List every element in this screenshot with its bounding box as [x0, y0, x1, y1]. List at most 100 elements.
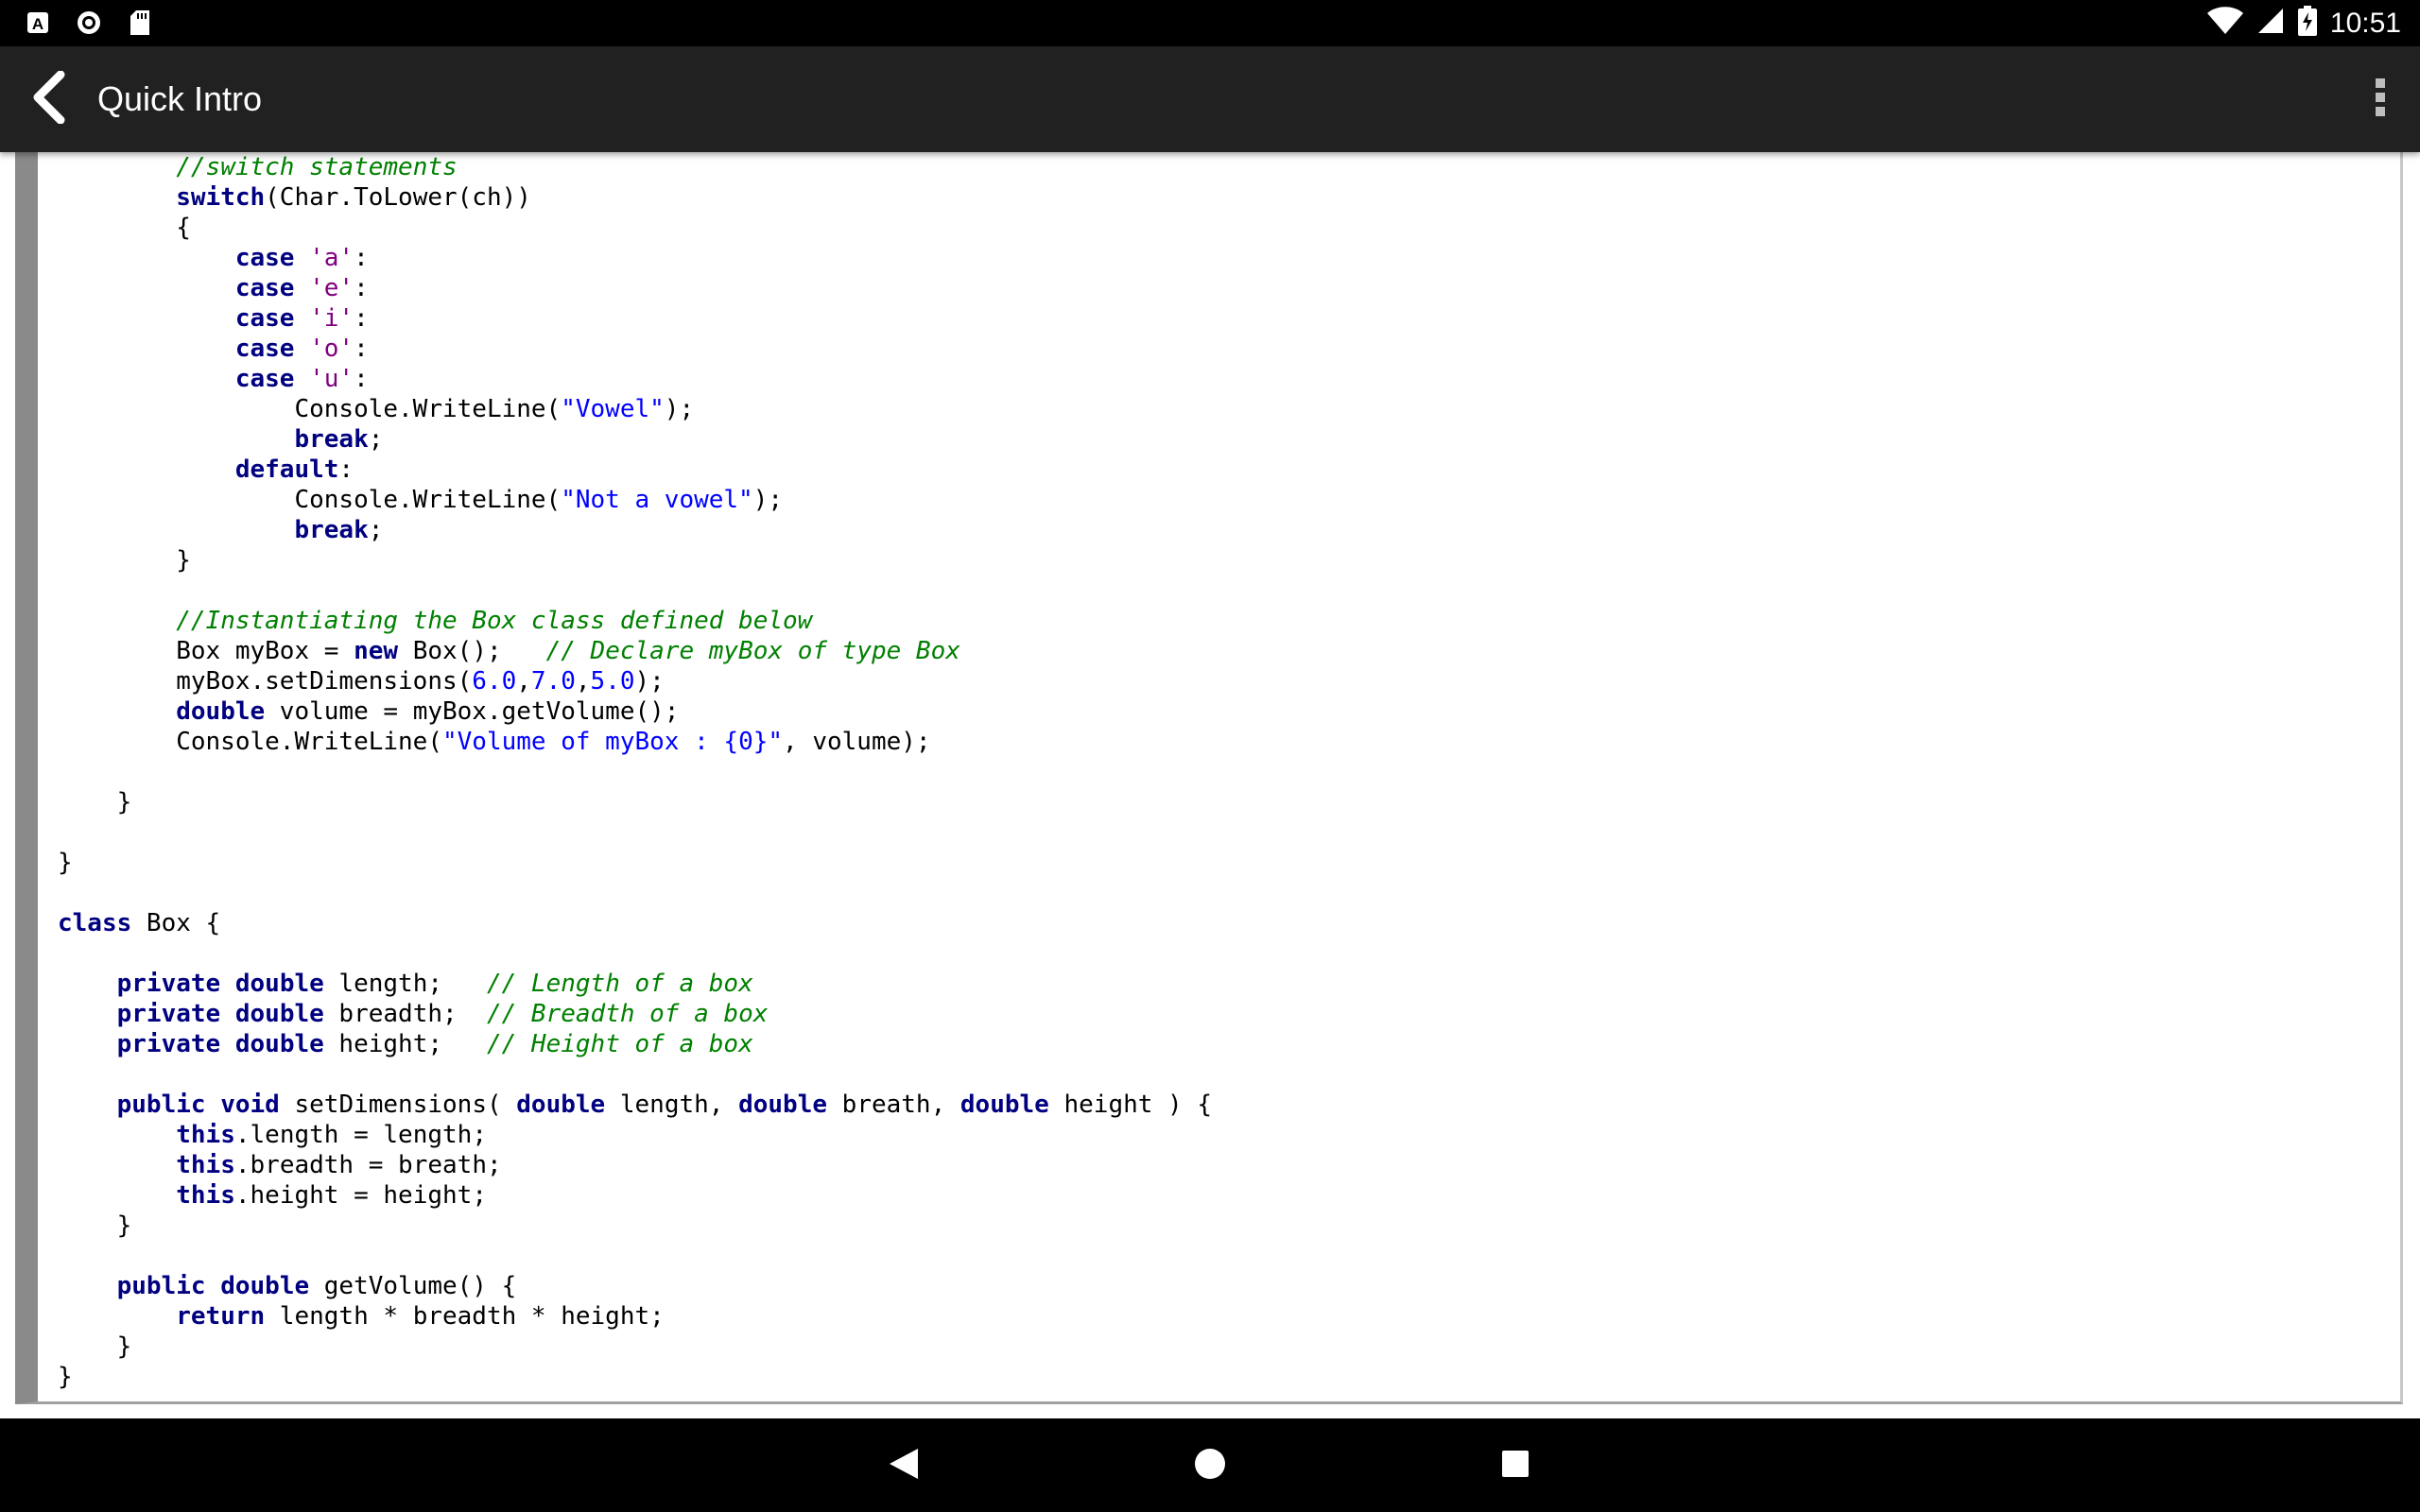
code-token-number: 6.0: [472, 667, 517, 696]
code-token-keyword: private: [116, 1030, 221, 1058]
code-token-string: "Volume of myBox : {0}": [442, 728, 784, 756]
code-token-keyword: case: [234, 365, 295, 393]
code-token-keyword: case: [234, 335, 295, 363]
code-line: this.height = height;: [58, 1180, 1212, 1211]
code-token-plain: ;: [368, 425, 384, 454]
code-token-comment: // Breadth of a box: [486, 1000, 769, 1028]
code-line: //switch statements: [58, 152, 1212, 182]
status-bar-system: 10:51: [2206, 0, 2401, 46]
nav-home-button[interactable]: [1184, 1439, 1236, 1492]
nav-home-icon: [1193, 1447, 1227, 1486]
svg-text:A: A: [32, 15, 43, 33]
battery-charging-icon: [2297, 6, 2317, 41]
wifi-icon: [2206, 7, 2243, 40]
code-frame[interactable]: //switch statements switch(Char.ToLower(…: [15, 152, 2403, 1404]
code-line: //Instantiating the Box class defined be…: [58, 606, 1212, 636]
content-area[interactable]: //switch statements switch(Char.ToLower(…: [0, 152, 2420, 1418]
code-line: this.breadth = breath;: [58, 1150, 1212, 1180]
code-token-keyword: double: [234, 970, 324, 998]
code-token-keyword: case: [234, 274, 295, 302]
code-token-plain: breadth;: [323, 1000, 487, 1028]
nav-back-icon: [888, 1447, 920, 1486]
sd-card-icon: [127, 9, 153, 36]
code-token-plain: myBox.setDimensions(: [58, 667, 473, 696]
nav-recents-button[interactable]: [1489, 1439, 1542, 1492]
code-token-keyword: class: [58, 909, 132, 937]
code-token-keyword: this: [176, 1181, 235, 1210]
app-toolbar: Quick Intro: [0, 46, 2420, 152]
code-token-keyword: default: [234, 455, 339, 484]
code-token-number: 5.0: [590, 667, 635, 696]
code-token-plain: }: [58, 849, 73, 877]
code-token-plain: :: [354, 274, 369, 302]
code-token-plain: breath,: [827, 1091, 960, 1119]
code-token-plain: }: [58, 546, 191, 575]
a-notification-icon: A: [25, 9, 51, 36]
code-token-keyword: double: [516, 1091, 606, 1119]
code-line: public void setDimensions( double length…: [58, 1090, 1212, 1120]
code-token-plain: );: [752, 486, 784, 514]
nav-back-button[interactable]: [877, 1439, 930, 1492]
code-token-plain: );: [664, 395, 695, 423]
overflow-menu-button[interactable]: [2354, 73, 2407, 126]
code-token-comment: //switch statements: [176, 153, 458, 181]
code-token-plain: Box();: [398, 637, 546, 665]
code-token-keyword: double: [220, 1272, 310, 1300]
code-token-keyword: public: [116, 1091, 206, 1119]
page-title: Quick Intro: [97, 79, 263, 118]
back-button[interactable]: [21, 70, 74, 126]
code-token-comment: //Instantiating the Box class defined be…: [176, 607, 813, 635]
status-bar-notifications: A: [25, 9, 153, 36]
code-line: return length * breadth * height;: [58, 1301, 1212, 1332]
code-token-plain: ;: [368, 516, 384, 544]
code-token-plain: ,: [516, 667, 531, 696]
code-line: Console.WriteLine("Not a vowel");: [58, 485, 1212, 515]
code-token-keyword: double: [234, 1000, 324, 1028]
overflow-menu-icon: [2375, 77, 2386, 123]
navigation-bar: [0, 1418, 2420, 1512]
code-token-plain: volume = myBox.getVolume();: [265, 697, 680, 726]
code-token-keyword: private: [116, 1000, 221, 1028]
code-token-keyword: this: [176, 1151, 235, 1179]
code-line: }: [58, 1332, 1212, 1362]
code-token-plain: }: [58, 1332, 132, 1361]
code-token-char: 'a': [309, 244, 354, 272]
code-line: }: [58, 1362, 1212, 1392]
code-token-plain: setDimensions(: [279, 1091, 517, 1119]
code-token-keyword: switch: [176, 183, 266, 212]
code-token-char: 'i': [309, 304, 354, 333]
code-token-keyword: private: [116, 970, 221, 998]
code-token-keyword: break: [294, 516, 369, 544]
code-line: }: [58, 848, 1212, 878]
code-token-plain: Box myBox =: [58, 637, 354, 665]
code-token-plain: :: [338, 455, 354, 484]
code-line: break;: [58, 515, 1212, 545]
code-line: case 'i':: [58, 303, 1212, 334]
code-token-plain: }: [58, 788, 132, 816]
code-token-char: 'o': [309, 335, 354, 363]
code-line: case 'e':: [58, 273, 1212, 303]
code-line: private double length; // Length of a bo…: [58, 969, 1212, 999]
status-bar: A 10:51: [0, 0, 2420, 46]
code-line: }: [58, 1211, 1212, 1241]
code-token-plain: getVolume() {: [309, 1272, 517, 1300]
code-token-comment: // Length of a box: [486, 970, 753, 998]
code-token-plain: (Char.ToLower(ch)): [265, 183, 531, 212]
